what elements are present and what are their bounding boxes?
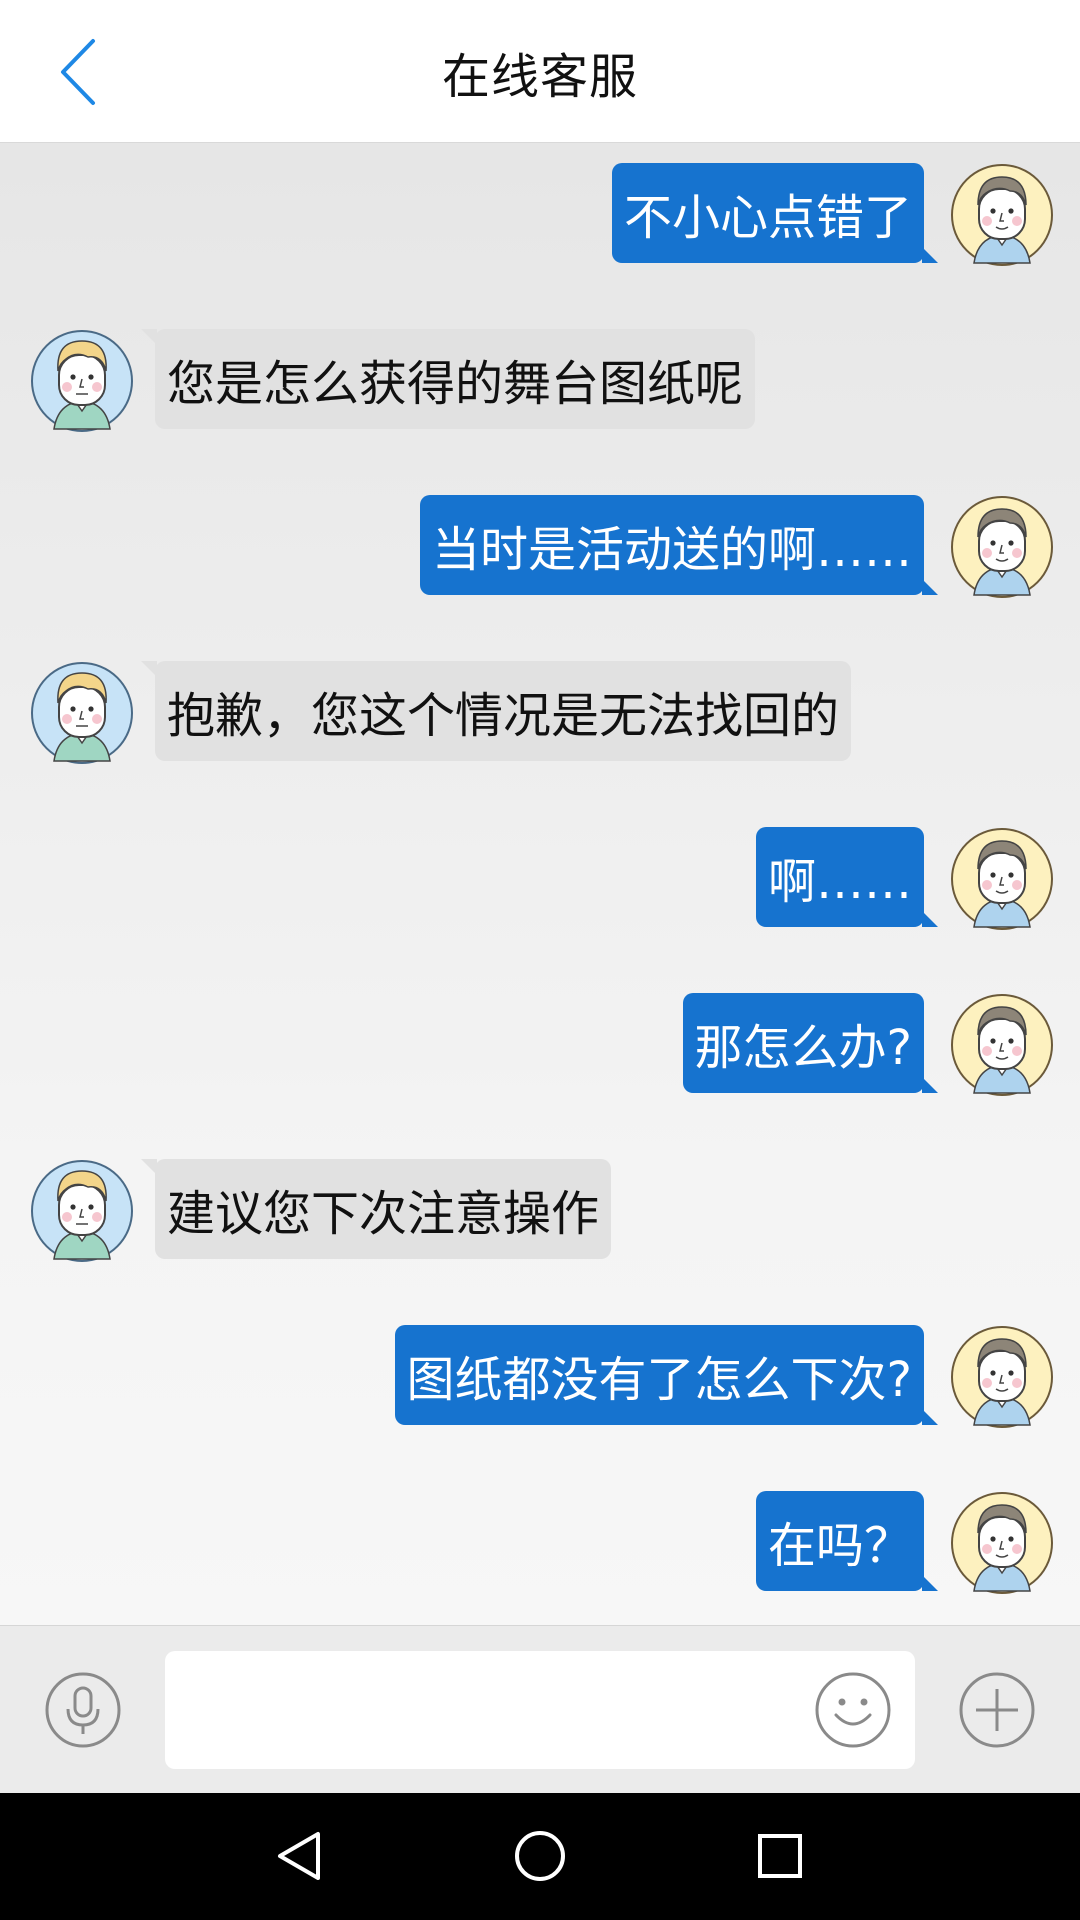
message-row-sent: 在吗？ xyxy=(0,1491,1080,1595)
microphone-icon xyxy=(45,1672,121,1748)
message-row-sent: 当时是活动送的啊…… xyxy=(0,495,1080,599)
user-avatar[interactable] xyxy=(950,1325,1054,1429)
square-recents-icon xyxy=(758,1834,802,1878)
user-avatar[interactable] xyxy=(950,993,1054,1097)
message-row-received: 抱歉，您这个情况是无法找回的 xyxy=(0,661,1080,765)
message-input-bar xyxy=(0,1625,1080,1793)
nav-home-button[interactable] xyxy=(495,1811,585,1901)
message-row-received: 您是怎么获得的舞台图纸呢 xyxy=(0,329,1080,433)
message-row-sent: 图纸都没有了怎么下次? xyxy=(0,1325,1080,1429)
user-avatar[interactable] xyxy=(950,1491,1054,1595)
triangle-back-icon xyxy=(278,1832,320,1880)
received-message-bubble[interactable]: 建议您下次注意操作 xyxy=(140,1159,612,1259)
chat-message-list[interactable]: 不小心点错了 您是怎么获得的舞台图纸呢 当时是活动送的啊…… 抱歉，您这个情况是… xyxy=(0,143,1080,1625)
voice-button[interactable] xyxy=(44,1671,122,1749)
message-row-sent: 啊…… xyxy=(0,827,1080,931)
smiley-icon xyxy=(815,1672,891,1748)
sent-message-bubble[interactable]: 当时是活动送的啊…… xyxy=(419,495,939,595)
agent-avatar[interactable] xyxy=(30,329,134,433)
sent-message-bubble[interactable]: 图纸都没有了怎么下次? xyxy=(394,1325,939,1425)
nav-recents-button[interactable] xyxy=(735,1811,825,1901)
sent-message-bubble[interactable]: 在吗？ xyxy=(755,1491,939,1591)
sent-message-bubble[interactable]: 啊…… xyxy=(755,827,939,927)
plus-circle-icon xyxy=(959,1672,1035,1748)
user-avatar[interactable] xyxy=(950,495,1054,599)
header-bar: 在线客服 xyxy=(0,0,1080,143)
page-title: 在线客服 xyxy=(441,48,638,105)
agent-avatar[interactable] xyxy=(30,1159,134,1263)
message-row-received: 建议您下次注意操作 xyxy=(0,1159,1080,1263)
message-input[interactable] xyxy=(165,1651,915,1769)
sent-message-bubble[interactable]: 那怎么办? xyxy=(682,993,939,1093)
user-avatar[interactable] xyxy=(950,827,1054,931)
emoji-button[interactable] xyxy=(814,1671,892,1749)
message-row-sent: 不小心点错了 xyxy=(0,163,1080,267)
circle-home-icon xyxy=(515,1831,565,1881)
agent-avatar[interactable] xyxy=(30,661,134,765)
sent-message-bubble[interactable]: 不小心点错了 xyxy=(611,163,939,263)
add-attachment-button[interactable] xyxy=(958,1671,1036,1749)
received-message-bubble[interactable]: 您是怎么获得的舞台图纸呢 xyxy=(140,329,756,429)
nav-back-button[interactable] xyxy=(255,1811,345,1901)
message-row-sent: 那怎么办? xyxy=(0,993,1080,1097)
user-avatar[interactable] xyxy=(950,163,1054,267)
system-navigation-bar xyxy=(0,1793,1080,1920)
received-message-bubble[interactable]: 抱歉，您这个情况是无法找回的 xyxy=(140,661,852,761)
